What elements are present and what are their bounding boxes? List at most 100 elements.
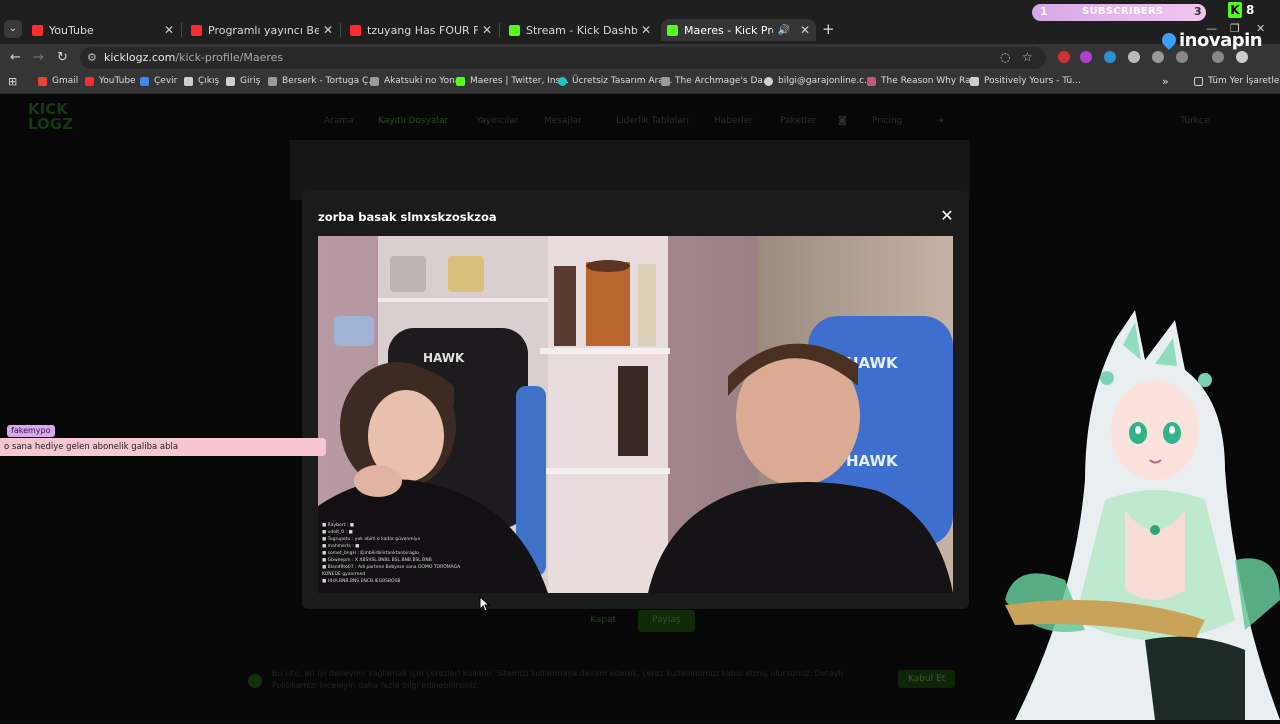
all-bookmarks-folder[interactable]: Tüm Yer İşaretleri (1194, 76, 1280, 86)
sponsor-logo: inovapin (1159, 30, 1263, 51)
mouse-cursor-icon (479, 596, 491, 612)
close-tab-icon[interactable]: ✕ (641, 23, 651, 37)
tab-kick-dashboard[interactable]: Stream - Kick Dashboard ✕ (503, 19, 657, 41)
extension-icon[interactable] (1104, 51, 1116, 63)
tab-title: Stream - Kick Dashboard (526, 23, 637, 37)
extensions-puzzle-icon[interactable] (1176, 51, 1188, 63)
svg-text:HAWK: HAWK (846, 452, 899, 470)
reload-icon[interactable]: ↻ (57, 50, 68, 65)
extension-icon[interactable] (1128, 51, 1140, 63)
extension-icon[interactable] (1080, 51, 1092, 63)
translate-icon (140, 76, 149, 86)
nav-paketler[interactable]: Paketler (780, 116, 816, 126)
eye-off-icon[interactable]: ◌ (1000, 50, 1010, 64)
url-text[interactable]: kicklogz.com/kick-profile/Maeres (104, 51, 283, 64)
tab-maeres-kick-profili[interactable]: Maeres - Kick Profili 🔊 ✕ (661, 19, 816, 41)
canva-icon (558, 76, 567, 86)
profile-avatar[interactable] (1236, 51, 1248, 63)
bookmark-cevir[interactable]: Çevir (140, 76, 177, 86)
close-icon[interactable]: ✕ (939, 208, 955, 224)
folder-icon (1194, 76, 1203, 86)
address-bar[interactable]: ⚙ kicklogz.com/kick-profile/Maeres ◌ ☆ (80, 47, 1046, 69)
new-tab-button[interactable]: + (822, 20, 835, 38)
forward-icon[interactable]: → (33, 50, 44, 65)
clip-modal: zorba basak slmxskzoskzoa ✕ HAWK HAWK HA… (302, 191, 969, 609)
sponsor-name: inovapin (1179, 30, 1263, 51)
svg-text:■ Tugrupetu : yok abim o kadar: ■ Tugrupetu : yok abim o kadar güvenmiyo (322, 536, 421, 542)
nav-kayitli-dosyalar[interactable]: Kayıtlı Dosyalar (378, 116, 448, 126)
gear-icon (370, 76, 379, 86)
tab-divider (340, 23, 341, 37)
nav-yayincilar[interactable]: Yayıncılar (476, 116, 518, 126)
extension-icon[interactable] (1058, 51, 1070, 63)
bookmarks-bar: ⊞ Gmail YouTube Çevir Çıkış Giriş Berser… (0, 72, 1280, 94)
tab-divider (181, 23, 182, 37)
close-tab-icon[interactable]: ✕ (164, 23, 174, 37)
bookmark-ucretsiz-tasarim[interactable]: Ücretsiz Tasarım Ara... (558, 76, 672, 86)
bookmark-label: Çıkış (198, 76, 220, 86)
svg-text:■ mahmerts : ■: ■ mahmerts : ■ (322, 543, 359, 549)
bookmark-positively-yours[interactable]: Positively Yours - Tü... (970, 76, 1081, 86)
nav-pricing[interactable]: Pricing (872, 116, 902, 126)
bookmark-gmail[interactable]: Gmail (38, 76, 78, 86)
nav-liderlik[interactable]: Liderlik Tabloları (616, 116, 689, 126)
back-icon[interactable]: ← (10, 50, 21, 65)
close-tab-icon[interactable]: ✕ (800, 23, 810, 37)
bookmark-cikis[interactable]: Çıkış (184, 76, 219, 86)
more-bookmarks-icon[interactable]: » (1162, 75, 1169, 88)
bookmark-garajonline[interactable]: bilgi@garajonline.c... (764, 76, 873, 86)
kicklogz-logo[interactable]: KICK LOGZ (28, 102, 73, 132)
vtuber-avatar-illustration (1005, 310, 1280, 720)
youtube-icon (85, 76, 94, 86)
nav-mesajlar[interactable]: Mesajlar (544, 116, 582, 126)
bookmark-label: bilgi@garajonline.c... (778, 76, 873, 86)
tab-tzuyang[interactable]: tzuyang Has FOUR Fridges?! W ✕ (344, 19, 498, 41)
vtuber-avatar (995, 300, 1280, 720)
nav-arama[interactable]: Arama (324, 116, 354, 126)
bookmark-giris[interactable]: Giriş (226, 76, 260, 86)
url-host: kicklogz.com (104, 51, 176, 64)
bookmark-berserk[interactable]: Berserk - Tortuga Ç... (268, 76, 377, 86)
close-tab-icon[interactable]: ✕ (323, 23, 333, 37)
bookmark-star-icon[interactable]: ☆ (1022, 50, 1033, 64)
svg-text:■ somet_bngH : Kimbilirbilirta: ■ somet_bngH : Kimbilirbilirtanktanbirag… (322, 550, 419, 556)
kick-icon: K (1228, 2, 1242, 18)
kick-count: 8 (1246, 3, 1255, 17)
bookmark-maeres-twitter[interactable]: Maeres | Twitter, Ins... (456, 76, 569, 86)
ship-icon (268, 76, 277, 86)
bookmark-reason-why[interactable]: The Reason Why Ra... (867, 76, 979, 86)
page-icon (970, 76, 979, 86)
apps-grid-icon[interactable]: ⊞ (8, 75, 17, 88)
bookmark-label: Tüm Yer İşaretleri (1208, 76, 1280, 86)
kick-icon (667, 24, 678, 36)
site-info-icon[interactable]: ⚙ (87, 51, 97, 64)
tab-search-chevron-icon[interactable]: ⌄ (4, 20, 22, 38)
close-tab-icon[interactable]: ✕ (482, 23, 492, 37)
bookmark-label: The Reason Why Ra... (881, 76, 980, 86)
cookie-banner: Bu site, en iyi deneyimi sağlamak için ç… (248, 668, 1038, 696)
bookmark-youtube[interactable]: YouTube (85, 76, 136, 86)
login-icon[interactable]: ⇥ (936, 116, 944, 126)
bookmark-label: Gmail (52, 76, 79, 86)
kick-viewer-badge: K 8 (1228, 2, 1258, 19)
cookie-accept-button[interactable]: Kabul Et (898, 670, 956, 688)
extension-icon[interactable] (1152, 51, 1164, 63)
gmail-icon (38, 76, 47, 86)
tab-title: YouTube (49, 23, 94, 37)
bookmark-label: Berserk - Tortuga Ç... (282, 76, 377, 86)
audio-playing-icon[interactable]: 🔊 (777, 25, 789, 36)
tab-youtube[interactable]: YouTube ✕ (26, 19, 180, 41)
chat-message: o sana hediye gelen abonelik galiba abla (0, 438, 326, 456)
language-select[interactable]: Türkçe (1180, 116, 1209, 126)
kapat-button[interactable]: Kapat (576, 610, 630, 632)
tab-divider (499, 23, 500, 37)
bookmark-archmage[interactable]: The Archmage's Da... (661, 76, 772, 86)
clip-video-player[interactable]: HAWK HAWK HAWK ■ Raybert : ■ ■ vdelt_0 :… (318, 236, 953, 593)
paylas-button[interactable]: Paylaş (638, 610, 695, 632)
reading-list-icon[interactable] (1212, 51, 1224, 63)
cookie-icon (248, 674, 262, 688)
tab-programli-yayinci[interactable]: Programlı yayıncı Beskok gülmek ✕ (185, 19, 339, 41)
nav-haberler[interactable]: Haberler (714, 116, 753, 126)
bookmark-akatsuki[interactable]: Akatsuki no Yona (370, 76, 460, 86)
discord-icon[interactable]: ◙ (838, 116, 847, 126)
